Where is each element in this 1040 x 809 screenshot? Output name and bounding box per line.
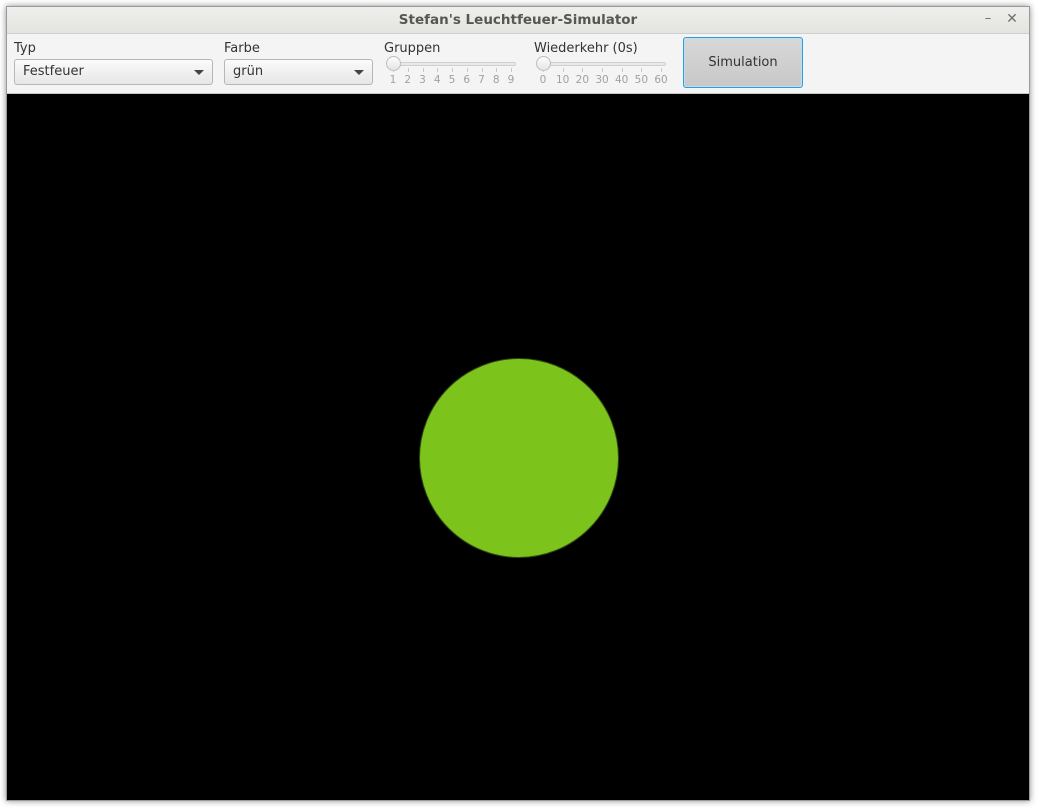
chevron-down-icon	[354, 70, 364, 75]
beacon-light	[419, 358, 619, 558]
slider-tick-label: 5	[448, 74, 456, 86]
slider-tick-label: 10	[555, 74, 570, 86]
slider-tick-label: 1	[389, 74, 397, 86]
slider-tick-mark	[452, 68, 453, 72]
typ-label: Typ	[14, 41, 36, 56]
wiederkehr-slider[interactable]: 0 10 20 30 40 50 60	[534, 56, 670, 90]
slider-thumb[interactable]	[535, 56, 551, 71]
close-icon[interactable]: ✕	[1003, 10, 1021, 28]
gruppen-slider[interactable]: 123456789	[384, 56, 520, 90]
slider-tick-label: 3	[419, 74, 426, 86]
gruppen-label: Gruppen	[384, 41, 441, 56]
minimize-icon[interactable]: –	[979, 10, 997, 28]
farbe-dropdown[interactable]: grün	[224, 59, 373, 85]
app-window: Stefan's Leuchtfeuer-Simulator – ✕ Typ F…	[6, 6, 1030, 801]
typ-value: Festfeuer	[23, 64, 84, 79]
slider-tick-mark	[481, 68, 483, 72]
slider-track[interactable]	[388, 62, 516, 66]
slider-tick-mark	[511, 68, 512, 72]
chevron-down-icon	[194, 70, 204, 75]
slider-tick-mark	[641, 68, 643, 72]
slider-tick-label: 30	[595, 74, 609, 86]
slider-tick-mark	[562, 68, 564, 72]
typ-dropdown[interactable]: Festfeuer	[14, 59, 213, 85]
slider-tick-label: 6	[463, 74, 471, 86]
slider-tick-label: 4	[433, 74, 441, 86]
slider-tick-label: 2	[404, 74, 412, 86]
slider-tick-mark	[466, 68, 468, 72]
slider-tick-mark	[661, 68, 662, 72]
slider-tick-mark	[621, 68, 623, 72]
slider-tick-label: 20	[575, 74, 590, 86]
slider-tick-label: 60	[654, 74, 668, 86]
toolbar: Typ Festfeuer Farbe grün Gruppen 1234567…	[7, 34, 1029, 94]
farbe-value: grün	[233, 64, 264, 79]
slider-tick-label: 7	[478, 74, 485, 86]
slider-tick-label: 0	[539, 74, 547, 86]
simulation-canvas	[7, 94, 1029, 800]
slider-tick-mark	[602, 68, 603, 72]
title-bar[interactable]: Stefan's Leuchtfeuer-Simulator – ✕	[7, 7, 1029, 34]
slider-tick-label: 50	[634, 74, 649, 86]
slider-tick-mark	[582, 68, 584, 72]
wiederkehr-label: Wiederkehr (0s)	[534, 41, 638, 56]
simulation-button[interactable]: Simulation	[683, 37, 803, 88]
slider-tick-mark	[422, 68, 424, 72]
slider-tick-label: 8	[492, 74, 500, 86]
slider-tick-mark	[496, 68, 498, 72]
slider-track[interactable]	[538, 62, 666, 66]
slider-tick-mark	[407, 68, 409, 72]
slider-tick-label: 9	[507, 74, 515, 86]
slider-tick-mark	[437, 68, 439, 72]
slider-tick-label: 40	[614, 74, 629, 86]
slider-thumb[interactable]	[385, 56, 401, 71]
window-title: Stefan's Leuchtfeuer-Simulator	[398, 12, 638, 28]
farbe-label: Farbe	[224, 41, 260, 56]
